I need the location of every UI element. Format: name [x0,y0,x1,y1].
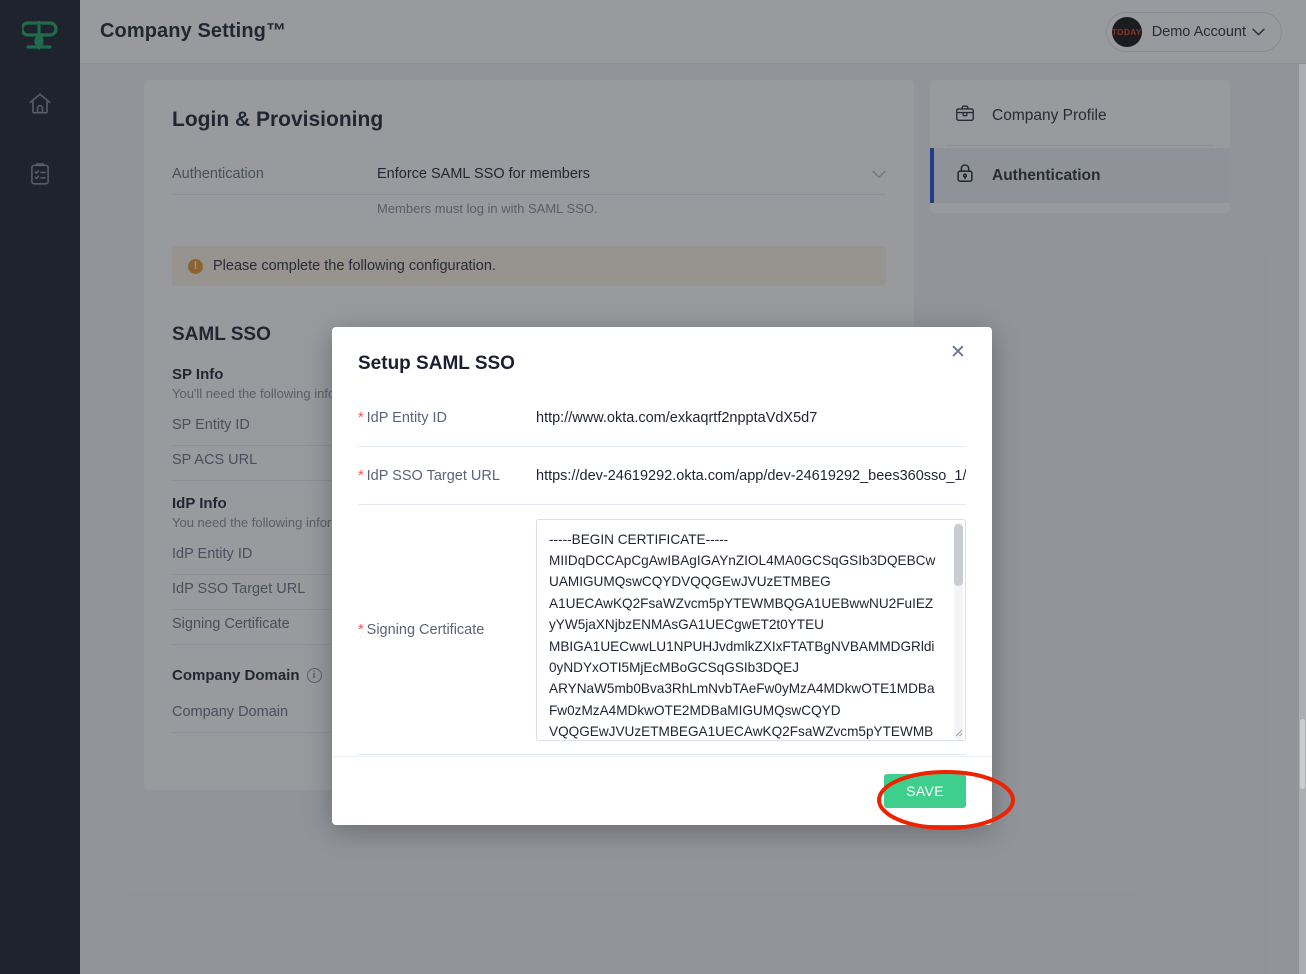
required-asterisk: * [358,621,364,638]
idp-entity-id-input[interactable]: http://www.okta.com/exkaqrtf2npptaVdX5d7 [536,410,966,426]
dialog-footer: SAVE [332,756,992,825]
signing-certificate-field-row: * Signing Certificate -----BEGIN CERTIFIC… [358,505,966,755]
dialog-header: Setup SAML SSO ✕ [332,327,992,375]
signing-certificate-label-text: Signing Certificate [366,621,485,638]
page-scrollbar-thumb[interactable] [1300,719,1305,789]
certificate-scrollbar-thumb[interactable] [954,523,963,586]
idp-entity-id-label: * IdP Entity ID [358,410,536,426]
dialog-body: * IdP Entity ID http://www.okta.com/exkaq… [332,375,992,756]
signing-certificate-label: * Signing Certificate [358,622,536,638]
save-button[interactable]: SAVE [884,774,966,808]
dialog-title: Setup SAML SSO [358,353,515,374]
resize-grip-icon[interactable] [952,727,964,739]
setup-saml-sso-dialog: Setup SAML SSO ✕ * IdP Entity ID http://w… [332,327,992,825]
close-icon[interactable]: ✕ [946,341,970,365]
idp-sso-target-url-input[interactable]: https://dev-24619292.okta.com/app/dev-24… [536,468,966,484]
idp-sso-target-url-label-text: IdP SSO Target URL [366,467,500,484]
required-asterisk: * [358,409,364,426]
idp-sso-target-url-label: * IdP SSO Target URL [358,468,536,484]
app-root: Company Setting™ TODAY Demo Account Logi… [0,0,1306,974]
idp-entity-id-label-text: IdP Entity ID [366,409,447,426]
idp-entity-id-field-row: * IdP Entity ID http://www.okta.com/exkaq… [358,389,966,447]
page-scrollbar[interactable] [1299,64,1306,974]
required-asterisk: * [358,467,364,484]
signing-certificate-textarea[interactable]: -----BEGIN CERTIFICATE----- MIIDqDCCApCg… [536,518,966,741]
idp-sso-target-url-field-row: * IdP SSO Target URL https://dev-24619292… [358,447,966,505]
signing-certificate-text: -----BEGIN CERTIFICATE----- MIIDqDCCApCg… [549,531,936,740]
